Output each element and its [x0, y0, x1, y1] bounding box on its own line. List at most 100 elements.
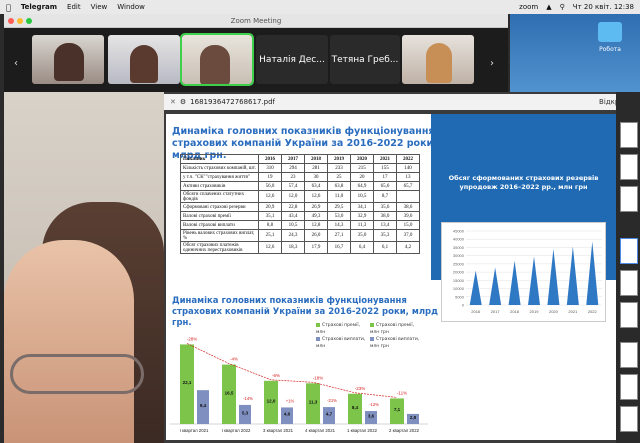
- page-thumbnail[interactable]: [620, 122, 638, 148]
- x-tick-label: 2018: [510, 309, 520, 314]
- table-cell: 56,0: [258, 181, 282, 191]
- bar-label: 22,1: [183, 380, 192, 385]
- table-cell: 12,8: [304, 220, 328, 230]
- page-thumbnail[interactable]: [620, 406, 638, 432]
- menu-app-name[interactable]: Telegram: [21, 3, 57, 11]
- reserve-spike-2022: [586, 241, 599, 305]
- table-cell: 26,9: [304, 202, 328, 212]
- wifi-icon[interactable]: ▲: [546, 3, 551, 11]
- table-cell: 35,0: [350, 229, 374, 242]
- reserve-spike-2016: [469, 270, 482, 305]
- table-cell: Обсяги сплачених статутних фондів: [180, 190, 259, 203]
- page-thumbnail-selected[interactable]: [620, 238, 638, 264]
- table-row: Рівень валових страхових виплат, % 25,1 24…: [180, 229, 420, 242]
- table-cell: 35,6: [373, 202, 397, 212]
- participant-name: Тетяна Греб...: [331, 54, 399, 65]
- table-cell: Валові страхові премії: [180, 211, 259, 221]
- participant-tile-4[interactable]: Наталія Дес...: [256, 35, 328, 84]
- window-controls: [8, 18, 32, 24]
- page-thumbnail[interactable]: [620, 302, 638, 328]
- change-annotation: -14%: [243, 396, 253, 401]
- menu-window[interactable]: Window: [117, 3, 145, 11]
- table-cell: 13,4: [373, 220, 397, 230]
- bar-label: 11,3: [309, 400, 318, 405]
- bar-label: 3,6: [368, 414, 375, 419]
- page-thumbnail[interactable]: [620, 186, 638, 212]
- page-thumbnail[interactable]: [620, 342, 638, 368]
- participant-tile-6[interactable]: [402, 35, 474, 84]
- reserves-panel: Обсяг сформованих страхових резервів упр…: [431, 114, 616, 322]
- change-annotation: -6%: [272, 373, 280, 378]
- x-tick-label: 2019: [530, 309, 540, 314]
- table-cell: Валові страхові виплати: [180, 220, 259, 230]
- settings-icon[interactable]: ⚙: [180, 98, 186, 106]
- table-cell: 12,6: [304, 190, 328, 203]
- y-tick-label: 40000: [453, 237, 465, 242]
- quarterly-chart-svg: 22,1 9,4 I квартал 2021 -28% 16,5 5,3 I кварта…: [170, 336, 428, 433]
- close-icon[interactable]: [8, 18, 14, 24]
- participant-tile-5[interactable]: Тетяна Греб...: [330, 35, 400, 84]
- table-cell: 26,0: [304, 229, 328, 242]
- table-cell: 23: [281, 172, 305, 182]
- participant-tile-3[interactable]: [180, 33, 254, 86]
- participant-name: Наталія Дес...: [259, 54, 325, 65]
- clock[interactable]: Чт 20 квіт. 12:38: [573, 3, 634, 11]
- search-icon[interactable]: ⚲: [560, 3, 565, 11]
- table-cell: 155: [373, 163, 397, 173]
- table-cell: 37,0: [396, 229, 420, 242]
- menu-edit[interactable]: Edit: [67, 3, 81, 11]
- table-header-6: 2021: [373, 154, 397, 164]
- chevron-right-icon[interactable]: ›: [490, 58, 494, 69]
- indicators-table: Показник 2016 2017 2018 2019 2020 2021 2022 Кіл…: [180, 154, 420, 254]
- change-annotation: -23%: [355, 386, 366, 391]
- x-category-label: 3 квартал 2021: [263, 428, 294, 433]
- table-cell: 281: [304, 163, 328, 173]
- minimize-icon[interactable]: [17, 18, 23, 24]
- screen:  Telegram Edit View Window zoom ▲ ⚲ Чт …: [0, 0, 640, 443]
- table-cell: 233: [327, 163, 351, 173]
- page-thumbnail[interactable]: [620, 374, 638, 400]
- maximize-icon[interactable]: [26, 18, 32, 24]
- table-cell: 17,9: [304, 241, 328, 254]
- zoom-status-label[interactable]: zoom: [519, 3, 538, 11]
- change-annotation: -4%: [230, 357, 238, 362]
- avatar: [200, 45, 230, 84]
- avatar: [426, 43, 452, 83]
- y-tick-label: 0: [462, 303, 465, 308]
- x-category-label: 1 квартал 2022: [347, 428, 378, 433]
- table-row: Обсяги сплачених статутних фондів 12,6 12,…: [180, 190, 420, 203]
- folder-label[interactable]: Робота: [590, 46, 630, 53]
- apple-icon[interactable]: : [6, 3, 11, 12]
- participant-tile-2[interactable]: [108, 35, 180, 84]
- x-tick-label: 2022: [588, 309, 598, 314]
- bar-label: 12,0: [267, 398, 276, 403]
- page-thumbnail[interactable]: [620, 154, 638, 180]
- table-cell: 22,8: [281, 202, 305, 212]
- table-cell: 35,1: [258, 211, 282, 221]
- table-cell: 27,1: [327, 229, 351, 242]
- change-annotation: -28%: [187, 336, 198, 341]
- page-thumbnail[interactable]: [620, 270, 638, 296]
- table-cell: 16,7: [327, 241, 351, 254]
- table-cell: [396, 190, 420, 203]
- table-cell: 24,3: [281, 229, 305, 242]
- table-cell: 8,7: [373, 190, 397, 203]
- table-cell: 39,6: [396, 211, 420, 221]
- table-cell: 38,6: [396, 202, 420, 212]
- table-cell: 11,3: [350, 220, 374, 230]
- table-cell: 25,1: [258, 229, 282, 242]
- x-tick-label: 2021: [568, 309, 578, 314]
- participant-strip: ‹ Наталія Дес... Тетяна Греб... ›: [4, 28, 508, 92]
- x-tick-label: 2020: [549, 309, 559, 314]
- participant-tile-1[interactable]: [32, 35, 104, 84]
- chevron-left-icon[interactable]: ‹: [14, 58, 18, 69]
- table-cell: 6,4: [350, 241, 374, 254]
- close-tab-icon[interactable]: ✕: [170, 98, 176, 106]
- pdf-filename[interactable]: 1681936472768617.pdf: [190, 98, 275, 106]
- menu-view[interactable]: View: [91, 3, 108, 11]
- table-cell: 63,8: [327, 181, 351, 191]
- folder-icon[interactable]: [598, 22, 622, 42]
- change-annotation: -18%: [313, 375, 324, 380]
- table-cell: 310: [258, 163, 282, 173]
- change-annotation: +1%: [286, 398, 295, 403]
